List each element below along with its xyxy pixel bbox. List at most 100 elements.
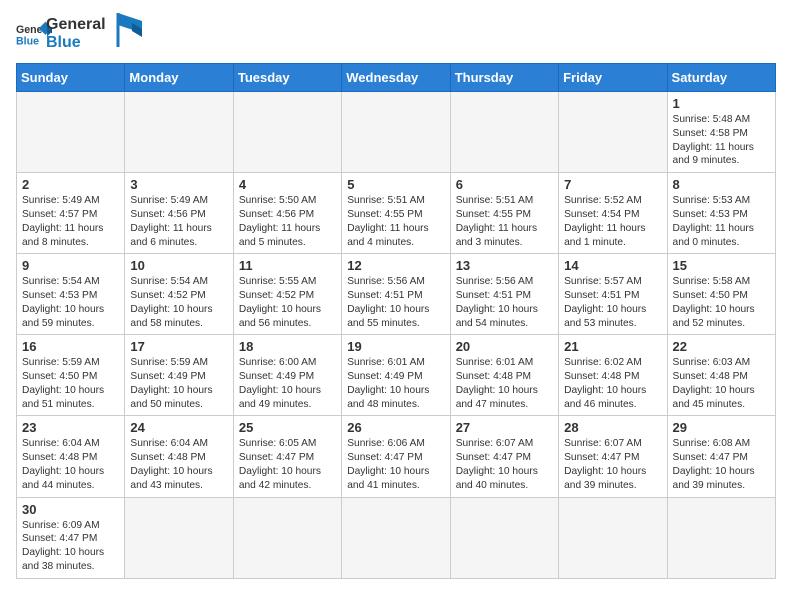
table-row: 30Sunrise: 6:09 AM Sunset: 4:47 PM Dayli…	[17, 497, 125, 578]
day-number: 11	[239, 258, 336, 273]
table-row	[667, 497, 775, 578]
day-info: Sunrise: 6:02 AM Sunset: 4:48 PM Dayligh…	[564, 356, 661, 411]
table-row	[17, 92, 125, 173]
col-friday: Friday	[559, 64, 667, 92]
day-info: Sunrise: 5:51 AM Sunset: 4:55 PM Dayligh…	[347, 194, 444, 249]
day-number: 6	[456, 177, 553, 192]
day-number: 1	[673, 96, 770, 111]
table-row: 28Sunrise: 6:07 AM Sunset: 4:47 PM Dayli…	[559, 416, 667, 497]
table-row: 13 Sunrise: 5:56 AM Sunset: 4:51 PM Dayli…	[450, 254, 558, 335]
day-info: Sunrise: 5:54 AM Sunset: 4:52 PM Dayligh…	[130, 275, 227, 330]
day-info: Sunrise: 5:49 AM Sunset: 4:56 PM Dayligh…	[130, 194, 227, 249]
calendar-week-row: 23 Sunrise: 6:04 AM Sunset: 4:48 PM Dayli…	[17, 416, 776, 497]
table-row: 12 Sunrise: 5:56 AM Sunset: 4:51 PM Dayli…	[342, 254, 450, 335]
table-row	[342, 497, 450, 578]
day-number: 13	[456, 258, 553, 273]
day-number: 14	[564, 258, 661, 273]
day-number: 25	[239, 420, 336, 435]
day-info: Sunrise: 5:51 AM Sunset: 4:55 PM Dayligh…	[456, 194, 553, 249]
day-info: Sunrise: 5:57 AM Sunset: 4:51 PM Dayligh…	[564, 275, 661, 330]
table-row: 15 Sunrise: 5:58 AM Sunset: 4:50 PM Dayli…	[667, 254, 775, 335]
day-number: 5	[347, 177, 444, 192]
day-number: 8	[673, 177, 770, 192]
day-number: 22	[673, 339, 770, 354]
day-number: 28	[564, 420, 661, 435]
day-number: 20	[456, 339, 553, 354]
table-row: 10Sunrise: 5:54 AM Sunset: 4:52 PM Dayli…	[125, 254, 233, 335]
table-row: 20 Sunrise: 6:01 AM Sunset: 4:48 PM Dayli…	[450, 335, 558, 416]
day-info: Sunrise: 5:53 AM Sunset: 4:53 PM Dayligh…	[673, 194, 770, 249]
calendar-table: Sunday Monday Tuesday Wednesday Thursday…	[16, 63, 776, 578]
day-number: 9	[22, 258, 119, 273]
day-number: 17	[130, 339, 227, 354]
calendar-week-row: 2Sunrise: 5:49 AM Sunset: 4:57 PM Daylig…	[17, 173, 776, 254]
table-row	[125, 92, 233, 173]
day-number: 29	[673, 420, 770, 435]
table-row: 3 Sunrise: 5:49 AM Sunset: 4:56 PM Daylig…	[125, 173, 233, 254]
table-row: 25 Sunrise: 6:05 AM Sunset: 4:47 PM Dayli…	[233, 416, 341, 497]
day-info: Sunrise: 6:09 AM Sunset: 4:47 PM Dayligh…	[22, 519, 119, 574]
col-wednesday: Wednesday	[342, 64, 450, 92]
table-row: 26Sunrise: 6:06 AM Sunset: 4:47 PM Dayli…	[342, 416, 450, 497]
day-info: Sunrise: 6:00 AM Sunset: 4:49 PM Dayligh…	[239, 356, 336, 411]
table-row	[450, 92, 558, 173]
table-row: 17 Sunrise: 5:59 AM Sunset: 4:49 PM Dayli…	[125, 335, 233, 416]
day-info: Sunrise: 5:55 AM Sunset: 4:52 PM Dayligh…	[239, 275, 336, 330]
day-info: Sunrise: 6:04 AM Sunset: 4:48 PM Dayligh…	[130, 437, 227, 492]
table-row: 21 Sunrise: 6:02 AM Sunset: 4:48 PM Dayli…	[559, 335, 667, 416]
logo: General Blue General Blue	[16, 16, 142, 51]
col-thursday: Thursday	[450, 64, 558, 92]
day-number: 7	[564, 177, 661, 192]
page-header: General Blue General Blue	[16, 16, 776, 51]
day-number: 16	[22, 339, 119, 354]
table-row: 24Sunrise: 6:04 AM Sunset: 4:48 PM Dayli…	[125, 416, 233, 497]
calendar-week-row: 16 Sunrise: 5:59 AM Sunset: 4:50 PM Dayli…	[17, 335, 776, 416]
day-info: Sunrise: 5:56 AM Sunset: 4:51 PM Dayligh…	[456, 275, 553, 330]
day-info: Sunrise: 5:56 AM Sunset: 4:51 PM Dayligh…	[347, 275, 444, 330]
table-row: 23 Sunrise: 6:04 AM Sunset: 4:48 PM Dayli…	[17, 416, 125, 497]
day-number: 15	[673, 258, 770, 273]
table-row: 8 Sunrise: 5:53 AM Sunset: 4:53 PM Daylig…	[667, 173, 775, 254]
table-row: 19 Sunrise: 6:01 AM Sunset: 4:49 PM Dayli…	[342, 335, 450, 416]
day-info: Sunrise: 5:54 AM Sunset: 4:53 PM Dayligh…	[22, 275, 119, 330]
day-number: 27	[456, 420, 553, 435]
day-info: Sunrise: 6:03 AM Sunset: 4:48 PM Dayligh…	[673, 356, 770, 411]
logo-general-text: General	[46, 16, 106, 34]
day-info: Sunrise: 5:58 AM Sunset: 4:50 PM Dayligh…	[673, 275, 770, 330]
table-row	[559, 497, 667, 578]
day-info: Sunrise: 6:04 AM Sunset: 4:48 PM Dayligh…	[22, 437, 119, 492]
table-row: 4Sunrise: 5:50 AM Sunset: 4:56 PM Daylig…	[233, 173, 341, 254]
day-info: Sunrise: 5:59 AM Sunset: 4:49 PM Dayligh…	[130, 356, 227, 411]
col-monday: Monday	[125, 64, 233, 92]
table-row: 18Sunrise: 6:00 AM Sunset: 4:49 PM Dayli…	[233, 335, 341, 416]
table-row: 6 Sunrise: 5:51 AM Sunset: 4:55 PM Daylig…	[450, 173, 558, 254]
day-info: Sunrise: 6:01 AM Sunset: 4:48 PM Dayligh…	[456, 356, 553, 411]
day-info: Sunrise: 6:05 AM Sunset: 4:47 PM Dayligh…	[239, 437, 336, 492]
table-row: 16 Sunrise: 5:59 AM Sunset: 4:50 PM Dayli…	[17, 335, 125, 416]
day-number: 21	[564, 339, 661, 354]
table-row: 7Sunrise: 5:52 AM Sunset: 4:54 PM Daylig…	[559, 173, 667, 254]
day-info: Sunrise: 6:07 AM Sunset: 4:47 PM Dayligh…	[456, 437, 553, 492]
day-info: Sunrise: 5:59 AM Sunset: 4:50 PM Dayligh…	[22, 356, 119, 411]
day-info: Sunrise: 6:08 AM Sunset: 4:47 PM Dayligh…	[673, 437, 770, 492]
table-row	[233, 497, 341, 578]
col-sunday: Sunday	[17, 64, 125, 92]
day-info: Sunrise: 6:06 AM Sunset: 4:47 PM Dayligh…	[347, 437, 444, 492]
table-row: 5 Sunrise: 5:51 AM Sunset: 4:55 PM Daylig…	[342, 173, 450, 254]
table-row	[450, 497, 558, 578]
day-number: 3	[130, 177, 227, 192]
day-info: Sunrise: 5:49 AM Sunset: 4:57 PM Dayligh…	[22, 194, 119, 249]
col-saturday: Saturday	[667, 64, 775, 92]
table-row	[233, 92, 341, 173]
table-row: 11 Sunrise: 5:55 AM Sunset: 4:52 PM Dayli…	[233, 254, 341, 335]
day-info: Sunrise: 6:01 AM Sunset: 4:49 PM Dayligh…	[347, 356, 444, 411]
logo-flag-icon	[114, 13, 142, 47]
col-tuesday: Tuesday	[233, 64, 341, 92]
day-info: Sunrise: 5:48 AM Sunset: 4:58 PM Dayligh…	[673, 113, 770, 168]
table-row: 27 Sunrise: 6:07 AM Sunset: 4:47 PM Dayli…	[450, 416, 558, 497]
day-number: 19	[347, 339, 444, 354]
day-number: 23	[22, 420, 119, 435]
day-number: 12	[347, 258, 444, 273]
calendar-header-row: Sunday Monday Tuesday Wednesday Thursday…	[17, 64, 776, 92]
day-info: Sunrise: 5:50 AM Sunset: 4:56 PM Dayligh…	[239, 194, 336, 249]
